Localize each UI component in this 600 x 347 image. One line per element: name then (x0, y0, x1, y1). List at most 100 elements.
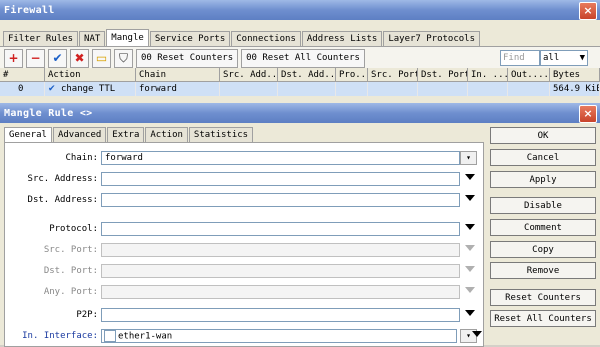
reset-all-counters-button[interactable]: 00 Reset All Counters (241, 48, 365, 68)
dst-port-dropdown-icon (465, 266, 475, 272)
reset-counters-rule-button[interactable]: Reset Counters (490, 289, 596, 306)
tab-layer7-protocols[interactable]: Layer7 Protocols (383, 31, 481, 46)
col-protocol[interactable]: Pro... (336, 68, 368, 82)
disable-button[interactable]: Disable (490, 197, 596, 214)
add-icon[interactable]: + (4, 48, 23, 68)
protocol-dropdown-icon[interactable] (465, 224, 475, 230)
protocol-field[interactable] (101, 222, 460, 236)
dst-address-dropdown-icon[interactable] (465, 195, 475, 201)
in-interface-value: ether1-wan (118, 331, 173, 342)
protocol-row: Protocol: (5, 222, 483, 236)
rules-table: # Action Chain Src. Add... Dst. Add... P… (0, 68, 600, 96)
src-port-label: Src. Port: (43, 245, 98, 255)
row-src-address (220, 82, 278, 96)
dst-port-row: Dst. Port: (5, 264, 483, 278)
table-row[interactable]: 0 ✔ change TTL forward 564.9 KiB (0, 82, 600, 96)
tab-mangle[interactable]: Mangle (106, 29, 149, 46)
dst-port-label: Dst. Port: (43, 266, 98, 276)
row-chain: forward (136, 82, 220, 96)
src-port-row: Src. Port: (5, 243, 483, 257)
mangle-rule-title: Mangle Rule <> (4, 107, 93, 119)
chain-row: Chain: forward ▾ (5, 151, 483, 165)
apply-button[interactable]: Apply (490, 171, 596, 188)
src-address-dropdown-icon[interactable] (465, 174, 475, 180)
in-interface-field[interactable]: ether1-wan (101, 329, 457, 343)
col-src-address[interactable]: Src. Add... (220, 68, 278, 82)
tab-extra[interactable]: Extra (107, 127, 145, 142)
dst-port-field[interactable] (101, 264, 460, 278)
col-dst-port[interactable]: Dst. Port (418, 68, 468, 82)
find-input[interactable]: Find (500, 50, 540, 66)
src-address-label: Src. Address: (27, 174, 98, 184)
src-address-field[interactable] (101, 172, 460, 186)
filter-icon[interactable]: ⛉ (114, 48, 133, 68)
row-num: 0 (0, 82, 45, 96)
chain-dropdown-icon[interactable]: ▾ (460, 151, 477, 165)
in-interface-extra-dropdown-icon[interactable] (472, 331, 482, 337)
check-icon: ✔ (48, 84, 56, 94)
enable-icon[interactable]: ✔ (48, 48, 67, 68)
in-interface-row: In. Interface: ether1-wan ▾ (5, 329, 483, 343)
tab-service-ports[interactable]: Service Ports (149, 31, 231, 46)
any-port-field[interactable] (101, 285, 460, 299)
ok-button[interactable]: OK (490, 127, 596, 144)
any-port-dropdown-icon (465, 287, 475, 293)
src-port-dropdown-icon (465, 245, 475, 251)
chain-label: Chain: (65, 153, 98, 163)
row-action-label: change TTL (60, 84, 116, 94)
tab-address-lists[interactable]: Address Lists (301, 31, 383, 46)
row-bytes: 564.9 KiB (550, 82, 600, 96)
cancel-button[interactable]: Cancel (490, 149, 596, 166)
negate-checkbox[interactable] (104, 330, 116, 342)
table-header: # Action Chain Src. Add... Dst. Add... P… (0, 68, 600, 82)
col-src-port[interactable]: Src. Port (368, 68, 418, 82)
col-in-interface[interactable]: In. ... (468, 68, 508, 82)
mangle-rule-tabs: General Advanced Extra Action Statistics (4, 127, 254, 142)
chain-field[interactable]: forward (101, 151, 460, 165)
disable-icon[interactable]: ✖ (70, 48, 89, 68)
src-port-field[interactable] (101, 243, 460, 257)
tab-statistics[interactable]: Statistics (188, 127, 254, 142)
reset-all-counters-rule-button[interactable]: Reset All Counters (490, 310, 596, 327)
remove-icon[interactable]: − (26, 48, 45, 68)
any-port-row: Any. Port: (5, 285, 483, 299)
p2p-label: P2P: (76, 310, 98, 320)
p2p-field[interactable] (101, 308, 460, 322)
tab-filter-rules[interactable]: Filter Rules (3, 31, 79, 46)
filter-select-value: all (543, 53, 560, 63)
p2p-row: P2P: (5, 308, 483, 322)
remove-button[interactable]: Remove (490, 262, 596, 279)
col-chain[interactable]: Chain (136, 68, 220, 82)
firewall-titlebar[interactable]: Firewall × (0, 0, 600, 20)
row-protocol (336, 82, 368, 96)
row-dst-address (278, 82, 336, 96)
col-bytes[interactable]: Bytes (550, 68, 600, 82)
tab-action[interactable]: Action (145, 127, 188, 142)
copy-button[interactable]: Copy (490, 241, 596, 258)
comment-button[interactable]: Comment (490, 219, 596, 236)
dst-address-field[interactable] (101, 193, 460, 207)
tab-nat[interactable]: NAT (79, 31, 106, 46)
col-num[interactable]: # (0, 68, 45, 82)
mangle-rule-close-icon[interactable]: × (579, 105, 597, 123)
tab-general[interactable]: General (4, 127, 52, 142)
col-action[interactable]: Action (45, 68, 136, 82)
comment-icon[interactable]: ▭ (92, 48, 111, 68)
chevron-down-icon: ▼ (579, 53, 585, 63)
reset-counters-button[interactable]: 00 Reset Counters (136, 48, 239, 68)
firewall-tabs: Filter Rules NAT Mangle Service Ports Co… (0, 29, 600, 46)
filter-select[interactable]: all ▼ (540, 50, 588, 66)
p2p-dropdown-icon[interactable] (465, 310, 475, 316)
tab-advanced[interactable]: Advanced (52, 127, 107, 142)
col-dst-address[interactable]: Dst. Add... (278, 68, 336, 82)
firewall-close-icon[interactable]: × (579, 2, 597, 20)
protocol-label: Protocol: (49, 224, 98, 234)
col-out-interface[interactable]: Out.... (508, 68, 550, 82)
dst-address-row: Dst. Address: (5, 193, 483, 207)
tab-connections[interactable]: Connections (231, 31, 301, 46)
row-in-interface (468, 82, 508, 96)
row-out-interface (508, 82, 550, 96)
in-interface-label[interactable]: In. Interface: (3, 329, 98, 343)
general-panel: Chain: forward ▾ Src. Address: Dst. Addr… (4, 142, 484, 347)
mangle-rule-titlebar[interactable]: Mangle Rule <> × (0, 103, 600, 123)
